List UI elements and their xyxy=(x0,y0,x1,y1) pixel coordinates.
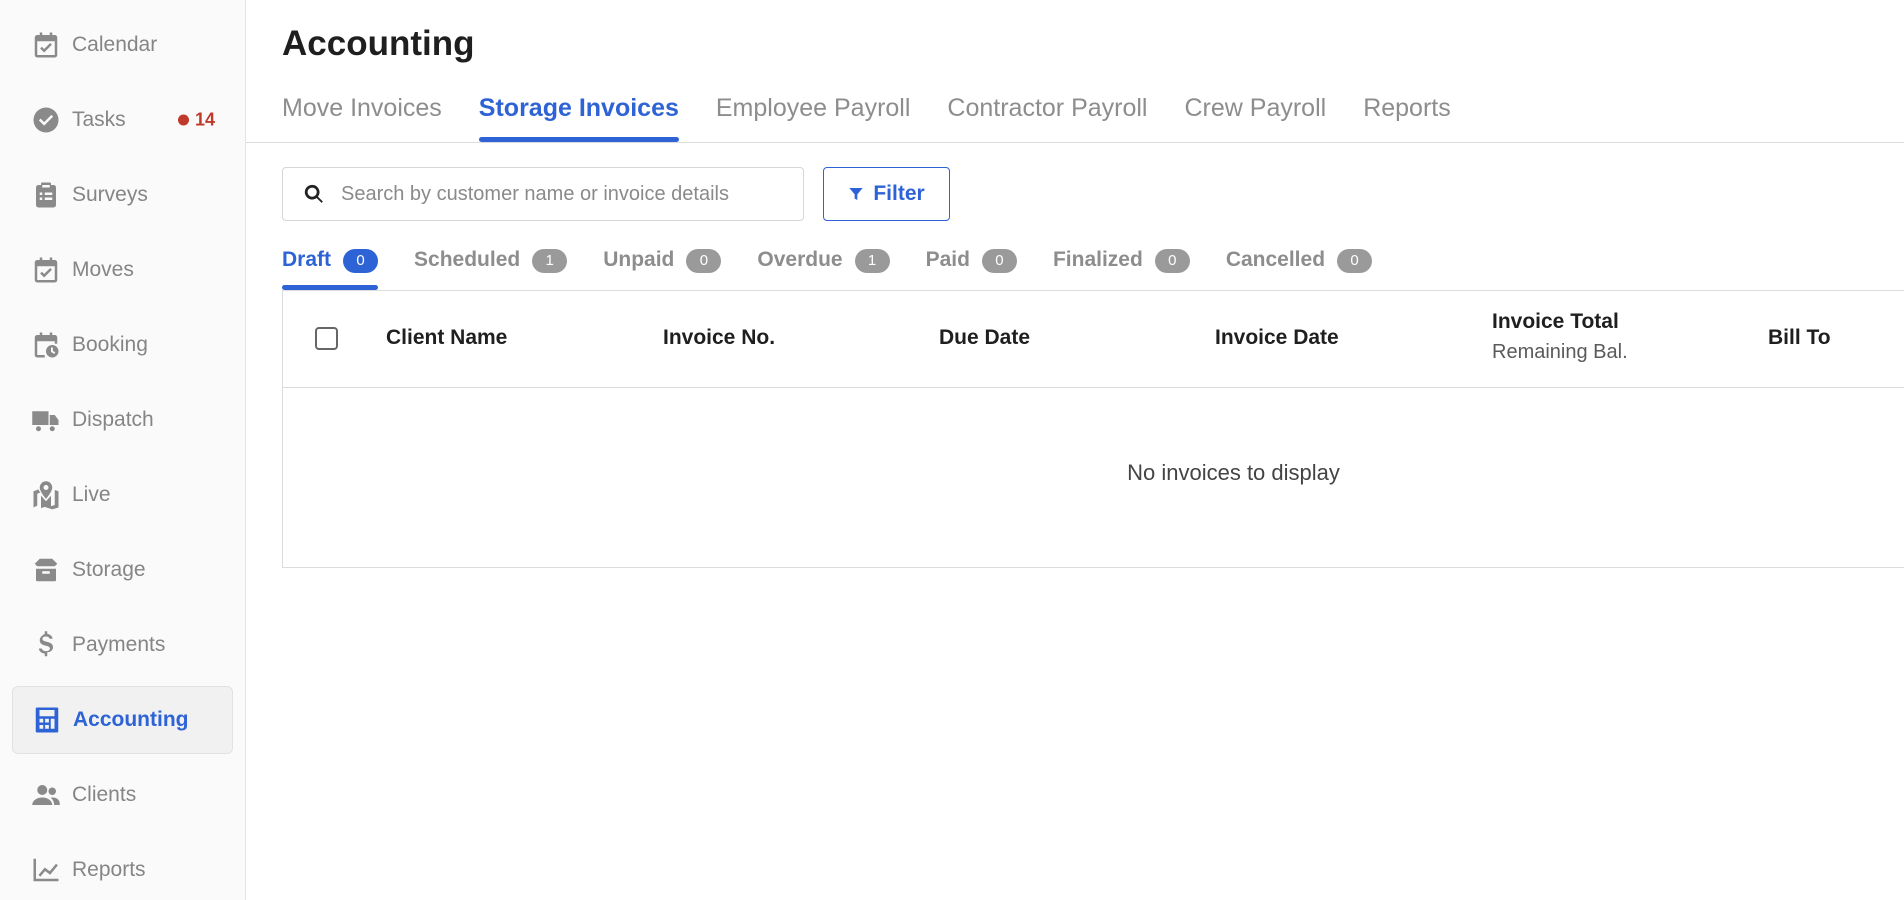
status-tabs: Draft 0 Scheduled 1 Unpaid 0 Overdue 1 P… xyxy=(282,244,1408,290)
map-pin-icon xyxy=(30,479,62,511)
invoices-table: Client Name Invoice No. Due Date Invoice… xyxy=(282,290,1904,568)
status-count-badge: 1 xyxy=(854,249,890,273)
sidebar: Calendar Tasks 14 Surveys Moves Booking … xyxy=(0,0,246,900)
status-tab-label: Overdue xyxy=(757,248,843,271)
status-tab-label: Draft xyxy=(282,248,332,271)
sidebar-item-moves[interactable]: Moves xyxy=(12,236,233,304)
sidebar-item-calendar[interactable]: Calendar xyxy=(12,11,233,79)
dollar-icon xyxy=(30,629,62,661)
column-bill-to[interactable]: Bill To xyxy=(1768,326,1831,350)
select-all-checkbox[interactable] xyxy=(315,327,338,350)
status-tab-cancelled[interactable]: Cancelled 0 xyxy=(1225,244,1373,290)
sidebar-item-label: Payments xyxy=(72,633,166,656)
status-count-badge: 1 xyxy=(532,249,568,273)
calendar-check-icon xyxy=(30,29,62,61)
tab-reports[interactable]: Reports xyxy=(1363,88,1451,142)
search-input[interactable] xyxy=(341,182,781,206)
sidebar-item-label: Accounting xyxy=(73,708,189,731)
sidebar-item-label: Moves xyxy=(72,258,134,281)
status-count-badge: 0 xyxy=(981,249,1017,273)
calendar-clock-icon xyxy=(30,329,62,361)
sidebar-item-booking[interactable]: Booking xyxy=(12,311,233,379)
tab-contractor-payroll[interactable]: Contractor Payroll xyxy=(947,88,1147,142)
column-due-date[interactable]: Due Date xyxy=(939,326,1030,350)
sidebar-item-label: Calendar xyxy=(72,33,158,56)
status-tab-unpaid[interactable]: Unpaid 0 xyxy=(603,244,722,290)
sidebar-item-label: Clients xyxy=(72,783,137,806)
status-tab-draft[interactable]: Draft 0 xyxy=(282,244,379,290)
sidebar-item-tasks[interactable]: Tasks 14 xyxy=(12,86,233,154)
table-header: Client Name Invoice No. Due Date Invoice… xyxy=(283,290,1904,388)
status-tab-label: Unpaid xyxy=(603,248,675,271)
sidebar-item-reports[interactable]: Reports xyxy=(12,836,233,900)
sidebar-item-live[interactable]: Live xyxy=(12,461,233,529)
calendar-check-icon xyxy=(30,254,62,286)
tab-crew-payroll[interactable]: Crew Payroll xyxy=(1184,88,1326,142)
tab-employee-payroll[interactable]: Employee Payroll xyxy=(716,88,911,142)
status-tab-label: Cancelled xyxy=(1225,248,1326,271)
calculator-icon xyxy=(31,704,63,736)
status-count-badge: 0 xyxy=(343,249,379,273)
column-invoice-date[interactable]: Invoice Date xyxy=(1215,326,1339,350)
sidebar-item-label: Surveys xyxy=(72,183,148,206)
column-invoice-total[interactable]: Invoice Total xyxy=(1492,310,1619,334)
tab-move-invoices[interactable]: Move Invoices xyxy=(282,88,442,142)
sidebar-item-storage[interactable]: Storage xyxy=(12,536,233,604)
line-chart-icon xyxy=(30,854,62,886)
column-invoice-no[interactable]: Invoice No. xyxy=(663,326,775,350)
sidebar-item-label: Storage xyxy=(72,558,146,581)
sidebar-item-payments[interactable]: Payments xyxy=(12,611,233,679)
status-count-badge: 0 xyxy=(686,249,722,273)
sidebar-item-dispatch[interactable]: Dispatch xyxy=(12,386,233,454)
column-remaining-balance: Remaining Bal. xyxy=(1492,341,1628,363)
box-icon xyxy=(30,554,62,586)
status-tab-paid[interactable]: Paid 0 xyxy=(926,244,1017,290)
status-tab-label: Finalized xyxy=(1052,248,1143,271)
sidebar-item-label: Live xyxy=(72,483,111,506)
status-count-badge: 0 xyxy=(1154,249,1190,273)
alert-dot-icon xyxy=(177,114,189,126)
filter-button-label: Filter xyxy=(873,182,925,205)
search-icon xyxy=(304,184,323,203)
status-tab-label: Paid xyxy=(925,248,970,271)
sidebar-item-label: Reports xyxy=(72,858,146,881)
clipboard-list-icon xyxy=(30,179,62,211)
status-tab-label: Scheduled xyxy=(414,248,521,271)
sidebar-item-accounting[interactable]: Accounting xyxy=(12,686,233,754)
column-client-name[interactable]: Client Name xyxy=(386,326,507,350)
accounting-tabs: Move Invoices Storage Invoices Employee … xyxy=(282,88,1488,142)
sidebar-item-label: Tasks xyxy=(72,108,126,131)
tasks-count: 14 xyxy=(194,109,215,130)
status-tab-finalized[interactable]: Finalized 0 xyxy=(1053,244,1190,290)
empty-state-message: No invoices to display xyxy=(1127,460,1340,485)
tabs-divider xyxy=(246,142,1904,143)
truck-icon xyxy=(30,404,62,436)
filter-button[interactable]: Filter xyxy=(823,167,950,221)
status-tab-scheduled[interactable]: Scheduled 1 xyxy=(414,244,568,290)
status-tab-overdue[interactable]: Overdue 1 xyxy=(757,244,890,290)
check-circle-icon xyxy=(30,104,62,136)
users-icon xyxy=(30,779,62,811)
search-box[interactable] xyxy=(282,167,804,221)
tab-storage-invoices[interactable]: Storage Invoices xyxy=(478,88,679,142)
status-count-badge: 0 xyxy=(1337,249,1373,273)
tasks-count-badge: 14 xyxy=(177,109,215,131)
sidebar-item-label: Booking xyxy=(72,333,148,356)
sidebar-item-label: Dispatch xyxy=(72,408,154,431)
filter-icon xyxy=(849,188,863,200)
sidebar-item-clients[interactable]: Clients xyxy=(12,761,233,829)
page-title: Accounting xyxy=(282,24,475,63)
sidebar-item-surveys[interactable]: Surveys xyxy=(12,161,233,229)
